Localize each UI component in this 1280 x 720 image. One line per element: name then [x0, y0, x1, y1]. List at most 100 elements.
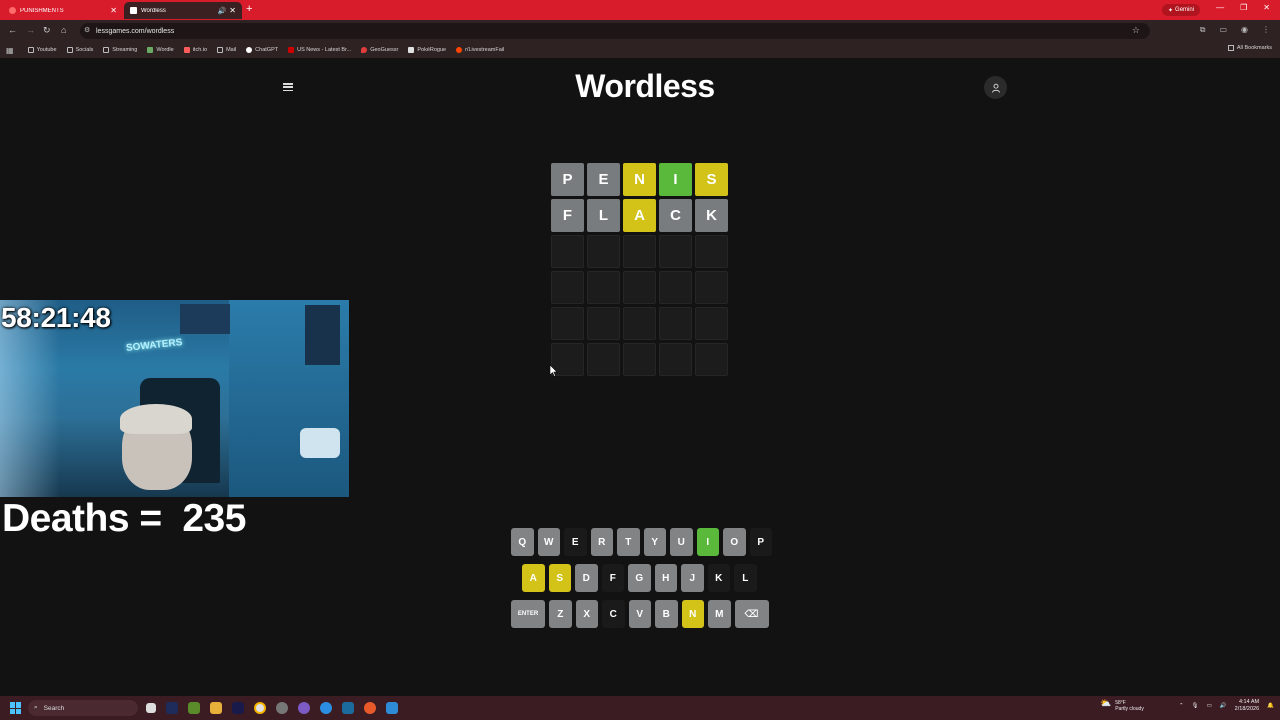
forward-icon[interactable]: → [26, 25, 35, 35]
apps-grid-icon[interactable]: ▦ [6, 46, 14, 55]
speaker-icon[interactable]: 🔊 [218, 7, 227, 15]
key-b[interactable]: B [655, 600, 678, 628]
reload-icon[interactable]: ↻ [43, 25, 51, 36]
app-icon[interactable] [320, 702, 332, 714]
gemini-button[interactable]: ✦ Gemini [1162, 4, 1201, 16]
key-m[interactable]: M [708, 600, 731, 628]
bookmark-us-news[interactable]: US News - Latest Br... [288, 47, 351, 53]
key-j[interactable]: J [681, 564, 704, 592]
key-f[interactable]: F [601, 564, 624, 592]
taskbar-search[interactable]: ⌕ Search [28, 700, 138, 716]
clock-date: 2/18/2026 [1234, 706, 1260, 712]
notification-bell-icon[interactable]: 🔔 [1267, 703, 1274, 709]
key-x[interactable]: X [575, 600, 598, 628]
folder-icon [1227, 45, 1234, 51]
system-tray: ⌃ 🎙 ▭ 🔊 4:14 AM 2/18/2026 🔔 [1179, 699, 1274, 713]
user-account-button[interactable] [984, 76, 1007, 99]
task-view-icon[interactable] [146, 703, 156, 713]
key-o[interactable]: O [723, 528, 746, 556]
bookmark-chatgpt[interactable]: ChatGPT [246, 47, 278, 53]
site-info-icon[interactable]: ⚙ [84, 26, 90, 34]
app-icon[interactable] [386, 702, 398, 714]
extensions-icon[interactable]: ⧉ [1200, 25, 1206, 35]
backspace-key[interactable]: ⌫ [734, 600, 769, 628]
bookmark-streaming[interactable]: Streaming [103, 47, 137, 53]
key-k[interactable]: K [707, 564, 730, 592]
app-icon[interactable] [232, 702, 244, 714]
file-explorer-icon[interactable] [210, 702, 222, 714]
chevron-up-icon[interactable]: ⌃ [1179, 703, 1184, 709]
bookmark-geoguessr[interactable]: GeoGuessr [361, 47, 398, 53]
key-y[interactable]: Y [643, 528, 666, 556]
gemini-label: Gemini [1175, 7, 1195, 13]
photoshop-icon[interactable] [166, 702, 178, 714]
bookmark-pokerogue[interactable]: PokéRogue [408, 47, 446, 53]
sidepanel-icon[interactable]: ▭ [1219, 25, 1227, 35]
key-v[interactable]: V [628, 600, 651, 628]
bookmark-socials[interactable]: Socials [66, 47, 93, 53]
key-w[interactable]: W [537, 528, 560, 556]
pillow [300, 428, 340, 458]
bookmark-star-icon[interactable]: ☆ [1132, 25, 1140, 36]
enter-key[interactable]: ENTER [511, 600, 545, 628]
close-tab-icon[interactable]: ✕ [229, 6, 236, 15]
minimize-icon[interactable]: — [1216, 3, 1224, 12]
network-icon[interactable]: ▭ [1207, 703, 1212, 709]
key-t[interactable]: T [617, 528, 640, 556]
address-bar[interactable]: ⚙ lessgames.com/wordless ☆ [80, 23, 1150, 39]
app-icon[interactable] [364, 702, 376, 714]
home-icon[interactable]: ⌂ [61, 25, 66, 35]
menu-kebab-icon[interactable]: ⋮ [1262, 25, 1270, 35]
back-icon[interactable]: ← [8, 25, 17, 35]
bookmark-wordle[interactable]: Wordle [147, 47, 174, 53]
empty-tile [587, 307, 620, 340]
stream-timer: 58:21:48 [1, 302, 111, 333]
close-window-icon[interactable]: ✕ [1263, 3, 1270, 12]
new-tab-button[interactable]: + [246, 3, 252, 15]
folder-icon [27, 47, 34, 53]
microphone-icon[interactable]: 🎙 [1192, 703, 1199, 709]
chrome-icon[interactable] [254, 702, 266, 714]
volume-icon[interactable]: 🔊 [1220, 703, 1227, 709]
hamburger-menu-icon[interactable] [283, 83, 293, 92]
key-a[interactable]: A [522, 564, 545, 592]
key-h[interactable]: H [654, 564, 677, 592]
key-u[interactable]: U [670, 528, 693, 556]
key-s[interactable]: S [548, 564, 571, 592]
key-p[interactable]: P [749, 528, 772, 556]
key-g[interactable]: G [628, 564, 651, 592]
letter-tile: S [695, 163, 728, 196]
profile-icon[interactable]: ◉ [1241, 25, 1248, 35]
app-icon[interactable] [276, 702, 288, 714]
bookmark-itchio[interactable]: itch.io [183, 47, 207, 53]
restore-icon[interactable]: ❐ [1240, 3, 1247, 12]
tab-wordless[interactable]: Wordless 🔊 ✕ [124, 2, 242, 19]
bookmark-livestreamfail[interactable]: r/LivestreamFail [456, 47, 504, 53]
itchio-icon [183, 47, 190, 53]
app-icon[interactable] [188, 702, 200, 714]
weather-widget[interactable]: ⛅ 58°F Partly cloudy [1100, 699, 1144, 713]
key-r[interactable]: R [590, 528, 613, 556]
neon-sign: SOWATERS [125, 337, 183, 354]
discord-icon[interactable] [298, 702, 310, 714]
bookmarks-bar: ▦ Youtube Socials Streaming Wordle itch.… [0, 42, 1280, 58]
key-z[interactable]: Z [549, 600, 572, 628]
key-e[interactable]: E [564, 528, 587, 556]
key-c[interactable]: C [602, 600, 625, 628]
key-d[interactable]: D [575, 564, 598, 592]
steam-icon[interactable] [342, 702, 354, 714]
bookmark-youtube[interactable]: Youtube [27, 47, 57, 53]
key-i[interactable]: I [696, 528, 719, 556]
empty-tile [551, 235, 584, 268]
tab-punishments[interactable]: PUNISHMENTS ✕ [3, 2, 123, 19]
key-l[interactable]: L [734, 564, 757, 592]
bookmark-mail[interactable]: Mail [217, 47, 236, 53]
clock[interactable]: 4:14 AM 2/18/2026 [1235, 699, 1259, 713]
all-bookmarks-button[interactable]: All Bookmarks [1227, 45, 1272, 51]
key-q[interactable]: Q [511, 528, 534, 556]
letter-tile: I [659, 163, 692, 196]
letter-tile: P [551, 163, 584, 196]
close-tab-icon[interactable]: ✕ [110, 6, 117, 15]
windows-start-icon[interactable] [10, 702, 22, 714]
key-n[interactable]: N [681, 600, 704, 628]
